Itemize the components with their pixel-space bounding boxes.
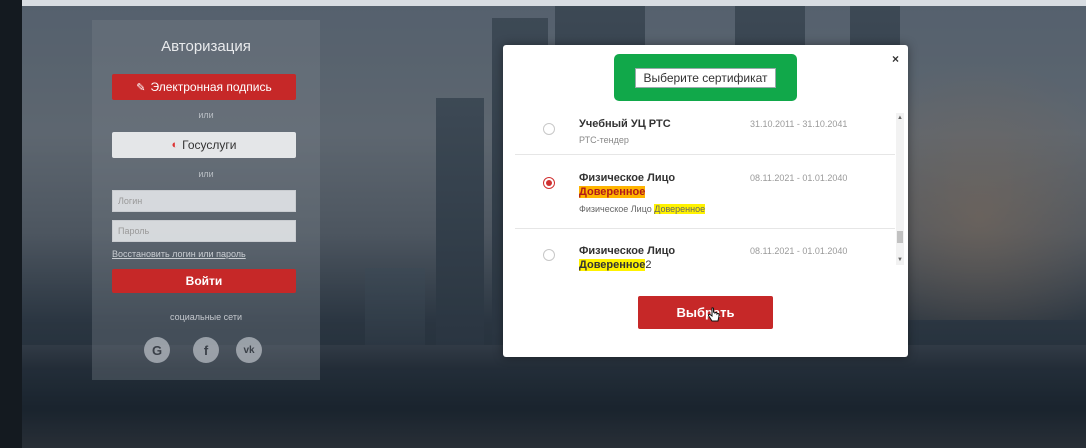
scroll-thumb[interactable] [897,231,903,243]
restore-link[interactable]: Восстановить логин или пароль [112,249,312,259]
social-label: социальные сети [169,312,243,322]
modal-title-highlight: Выберите сертификат [614,54,797,101]
cert-radio[interactable] [543,249,555,261]
cert-name-highlight: Доверенное2 [579,259,652,271]
cert-name: Физическое Лицо [579,245,676,257]
esign-button[interactable]: ✎ Электронная подпись [112,74,296,100]
login-panel: Авторизация ✎ Электронная подпись или ◐ … [92,20,320,380]
cert-dates: 08.11.2021 - 01.01.2040 [750,246,848,256]
certificate-modal: × Выберите сертификат Учебный УЦ РТС РТС… [503,45,908,357]
cert-dates: 08.11.2021 - 01.01.2040 [750,173,848,183]
close-icon[interactable]: × [892,52,899,66]
modal-title: Выберите сертификат [635,67,776,88]
certificate-row[interactable]: Учебный УЦ РТС РТС-тендер 31.10.2011 - 3… [515,105,895,155]
scroll-up-icon[interactable]: ▲ [896,115,904,121]
hand-cursor-icon [707,307,720,322]
esign-label: Электронная подпись [150,80,272,94]
highlight-text: Доверенное [579,186,646,198]
cert-name-highlight: Доверенное [579,186,646,198]
cert-name: Учебный УЦ РТС [579,118,671,130]
highlight-text: Доверенное [579,259,646,271]
or-separator: или [198,169,214,179]
certificate-list: Учебный УЦ РТС РТС-тендер 31.10.2011 - 3… [515,105,896,320]
password-field[interactable]: Пароль [112,220,296,242]
cert-subject: Физическое Лицо Доверенное [579,204,706,214]
google-icon[interactable]: G [144,337,170,363]
top-border [0,0,1086,6]
or-separator: или [198,110,214,120]
facebook-icon[interactable]: f [193,337,219,363]
list-scrollbar[interactable]: ▲ ▼ [896,113,904,265]
cert-name: Физическое Лицо [579,172,676,184]
cert-dates: 31.10.2011 - 31.10.2041 [750,119,848,129]
login-title: Авторизация [161,38,251,55]
cert-issuer: РТС-тендер [579,135,629,145]
gosuslugi-label: Госуслуги [182,138,237,152]
select-button[interactable]: Выбрать [638,296,773,329]
cert-radio-selected[interactable] [543,177,555,189]
gosuslugi-button[interactable]: ◐ Госуслуги [112,132,296,158]
signature-icon: ✎ [136,81,146,94]
login-button[interactable]: Войти [112,269,296,293]
login-field[interactable]: Логин [112,190,296,212]
gosuslugi-icon: ◐ [171,139,179,151]
certificate-row[interactable]: Физическое Лицо Доверенное2 08.11.2021 -… [515,229,895,289]
highlight-text: Доверенное [654,204,706,214]
vk-icon[interactable]: vk [236,337,262,363]
certificate-row-selected[interactable]: Физическое Лицо Доверенное Физическое Ли… [515,160,895,229]
left-edge-bar [0,0,22,448]
scroll-down-icon[interactable]: ▼ [896,257,904,263]
cert-radio[interactable] [543,123,555,135]
